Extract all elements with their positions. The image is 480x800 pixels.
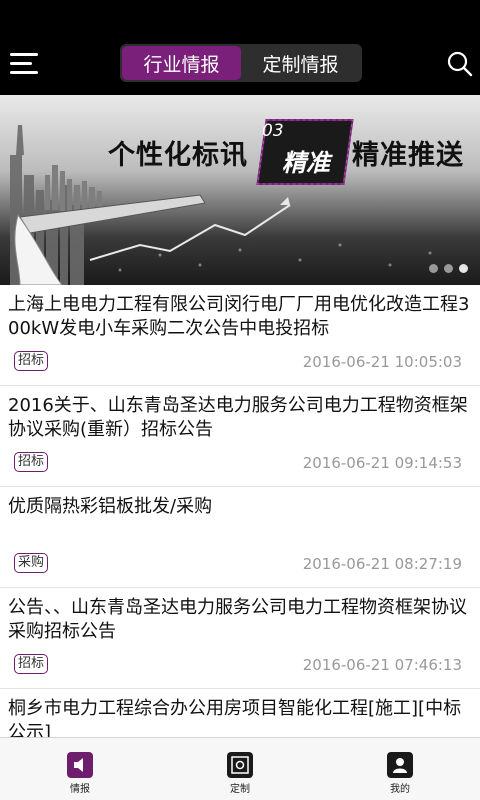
item-tag: 采购 <box>14 553 49 573</box>
bid-news-list: 上海上电电力工程有限公司闵行电厂厂用电优化改造工程300kW发电小车采购二次公告… <box>0 285 480 737</box>
item-tag: 招标 <box>14 452 49 472</box>
item-title: 优质隔热彩铝板批发/采购 <box>8 496 213 517</box>
item-date: 2016-06-21 08:27:19 <box>302 555 462 573</box>
top-bar: 行业情报 定制情报 <box>0 33 480 95</box>
tab-mine-label: 我的 <box>390 784 410 795</box>
banner-headline-right: 精准推送 <box>352 140 464 171</box>
list-item[interactable]: 上海上电电力工程有限公司闵行电厂厂用电优化改造工程300kW发电小车采购二次公告… <box>0 285 480 386</box>
tab-industry-intel[interactable]: 行业情报 <box>122 46 241 80</box>
person-icon <box>387 752 413 778</box>
target-icon <box>227 752 253 778</box>
tab-custom-label: 定制 <box>230 784 250 795</box>
item-title: 桐乡市电力工程综合办公用房项目智能化工程[施工][中标公示] <box>8 698 462 737</box>
tab-custom[interactable]: 定制 <box>160 738 320 800</box>
item-date: 2016-06-21 07:46:13 <box>302 656 462 674</box>
list-item[interactable]: 公告、、山东青岛圣达电力服务公司电力工程物资框架协议采购招标公告 招标 2016… <box>0 588 480 689</box>
status-bar <box>0 0 480 33</box>
item-title: 公告、、山东青岛圣达电力服务公司电力工程物资框架协议采购招标公告 <box>8 597 467 642</box>
item-date: 2016-06-21 10:05:03 <box>302 353 462 371</box>
tab-mine[interactable]: 我的 <box>320 738 480 800</box>
banner-badge-number: 03 <box>262 121 284 141</box>
list-item[interactable]: 优质隔热彩铝板批发/采购 采购 2016-06-21 08:27:19 <box>0 487 480 588</box>
banner-badge-word: 精准 <box>282 149 330 177</box>
carousel-dot[interactable] <box>429 264 438 273</box>
item-date: 2016-06-21 09:14:53 <box>302 454 462 472</box>
item-tag: 招标 <box>14 654 49 674</box>
search-icon[interactable] <box>446 50 474 78</box>
banner-headline-left: 个性化标讯 <box>108 140 248 171</box>
segmented-control: 行业情报 定制情报 <box>120 44 362 82</box>
carousel-dot-active[interactable] <box>459 264 468 273</box>
tab-custom-intel[interactable]: 定制情报 <box>241 46 360 80</box>
promo-banner[interactable]: 个性化标讯 03 精准 精准推送 <box>0 95 480 285</box>
item-tag: 招标 <box>14 351 49 371</box>
item-title: 上海上电电力工程有限公司闵行电厂厂用电优化改造工程300kW发电小车采购二次公告… <box>8 294 470 339</box>
bottom-tab-bar: 情报 定制 我的 <box>0 737 480 800</box>
list-item[interactable]: 2016关于、山东青岛圣达电力服务公司电力工程物资框架协议采购(重新）招标公告 … <box>0 386 480 487</box>
item-title: 2016关于、山东青岛圣达电力服务公司电力工程物资框架协议采购(重新）招标公告 <box>8 395 468 440</box>
tab-intel-label: 情报 <box>70 784 90 795</box>
list-item[interactable]: 桐乡市电力工程综合办公用房项目智能化工程[施工][中标公示] <box>0 689 480 737</box>
tab-intel[interactable]: 情报 <box>0 738 160 800</box>
carousel-indicator <box>429 264 468 273</box>
speaker-icon <box>67 752 93 778</box>
menu-icon[interactable] <box>10 51 38 77</box>
carousel-dot[interactable] <box>444 264 453 273</box>
